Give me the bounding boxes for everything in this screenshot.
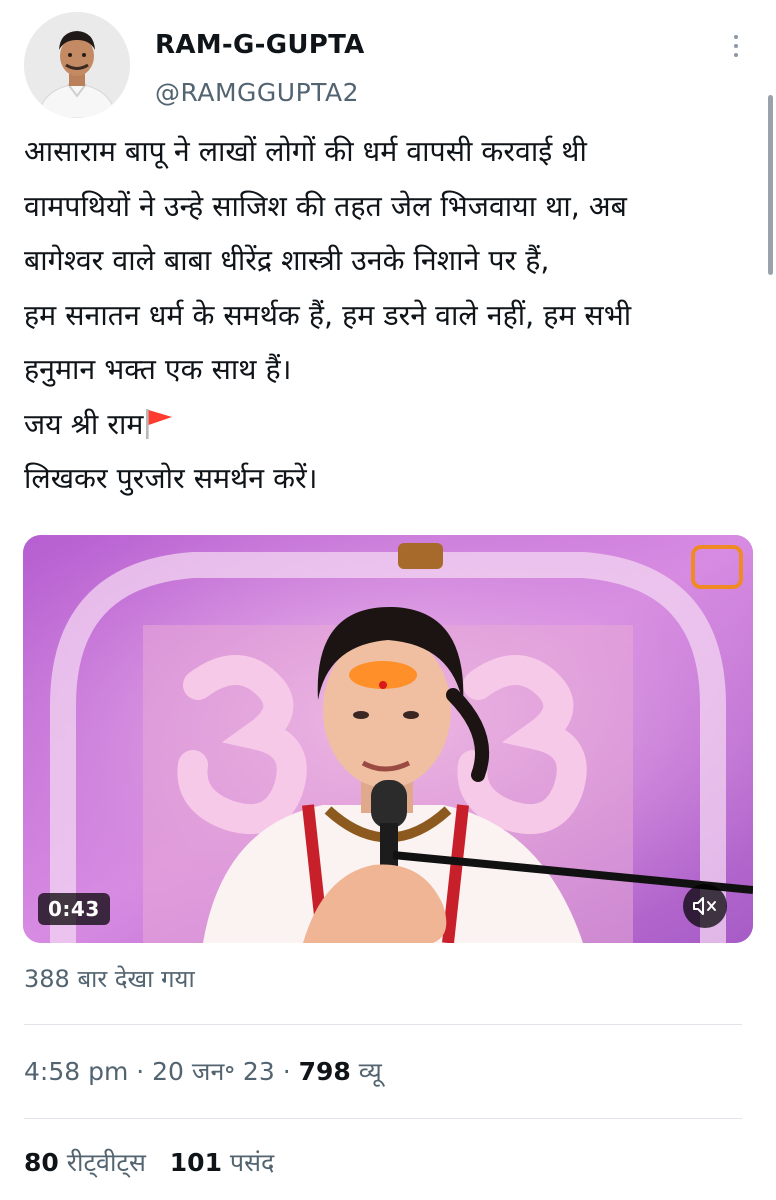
speaker-muted-icon bbox=[693, 897, 716, 915]
likes-count: 101 bbox=[169, 1148, 222, 1177]
tweet-line: बागेश्वर वाले बाबा धीरेंद्र शास्त्री उनक… bbox=[24, 244, 550, 277]
mute-button[interactable] bbox=[683, 884, 727, 928]
tweet-line: लिखकर पुरजोर समर्थन करें। bbox=[24, 462, 318, 495]
video-duration: 0:43 bbox=[38, 893, 110, 925]
tweet-time[interactable]: 4:58 pm bbox=[24, 1057, 128, 1086]
author-avatar[interactable] bbox=[24, 12, 130, 118]
separator-dot: · bbox=[274, 1057, 299, 1086]
video-player[interactable] bbox=[23, 535, 753, 943]
tweet-stats: 80 रीट्वीट्स 101 पसंद bbox=[24, 1145, 274, 1179]
tweet-line: आसाराम बापू ने लाखों लोगों की धर्म वापसी… bbox=[24, 135, 587, 168]
tweet-meta: 4:58 pm · 20 जन॰ 23 · 798 व्यू bbox=[24, 1054, 382, 1088]
divider bbox=[24, 1118, 742, 1119]
more-vertical-icon[interactable] bbox=[724, 28, 748, 64]
retweets-count: 80 bbox=[24, 1148, 59, 1177]
saffron-flag-icon bbox=[146, 408, 173, 439]
likes-label: पसंद bbox=[229, 1148, 275, 1177]
author-handle[interactable]: @RAMGGUPTA2 bbox=[155, 78, 359, 107]
video-views-count: 388 बार देखा गया bbox=[24, 965, 195, 993]
retweets-stat[interactable]: 80 रीट्वीट्स bbox=[24, 1148, 146, 1177]
tweet-text: आसाराम बापू ने लाखों लोगों की धर्म वापसी… bbox=[24, 125, 759, 507]
tweet-line: हनुमान भक्त एक साथ हैं। bbox=[24, 353, 292, 386]
divider bbox=[24, 1024, 742, 1025]
tweet-line: जय श्री राम bbox=[24, 407, 144, 441]
separator-dot: · bbox=[128, 1057, 153, 1086]
tweet-line-with-flag: जय श्री राम bbox=[24, 398, 759, 453]
video-thumbnail bbox=[23, 535, 753, 943]
tweet-line: वामपथियों ने उन्हे साजिश की तहत जेल भिजव… bbox=[24, 189, 627, 223]
avatar-image bbox=[24, 12, 130, 118]
tweet-views-count: 798 bbox=[298, 1057, 351, 1086]
scrollbar[interactable] bbox=[768, 95, 773, 275]
author-name[interactable]: RAM-G-GUPTA bbox=[155, 30, 365, 60]
tweet-line: हम सनातन धर्म के समर्थक हैं, हम डरने वाल… bbox=[24, 298, 632, 332]
retweets-label: रीट्वीट्स bbox=[66, 1148, 146, 1177]
tweet-date[interactable]: 20 जन॰ 23 bbox=[152, 1057, 275, 1086]
tweet-views-label: व्यू bbox=[358, 1057, 382, 1086]
likes-stat[interactable]: 101 पसंद bbox=[170, 1148, 275, 1177]
